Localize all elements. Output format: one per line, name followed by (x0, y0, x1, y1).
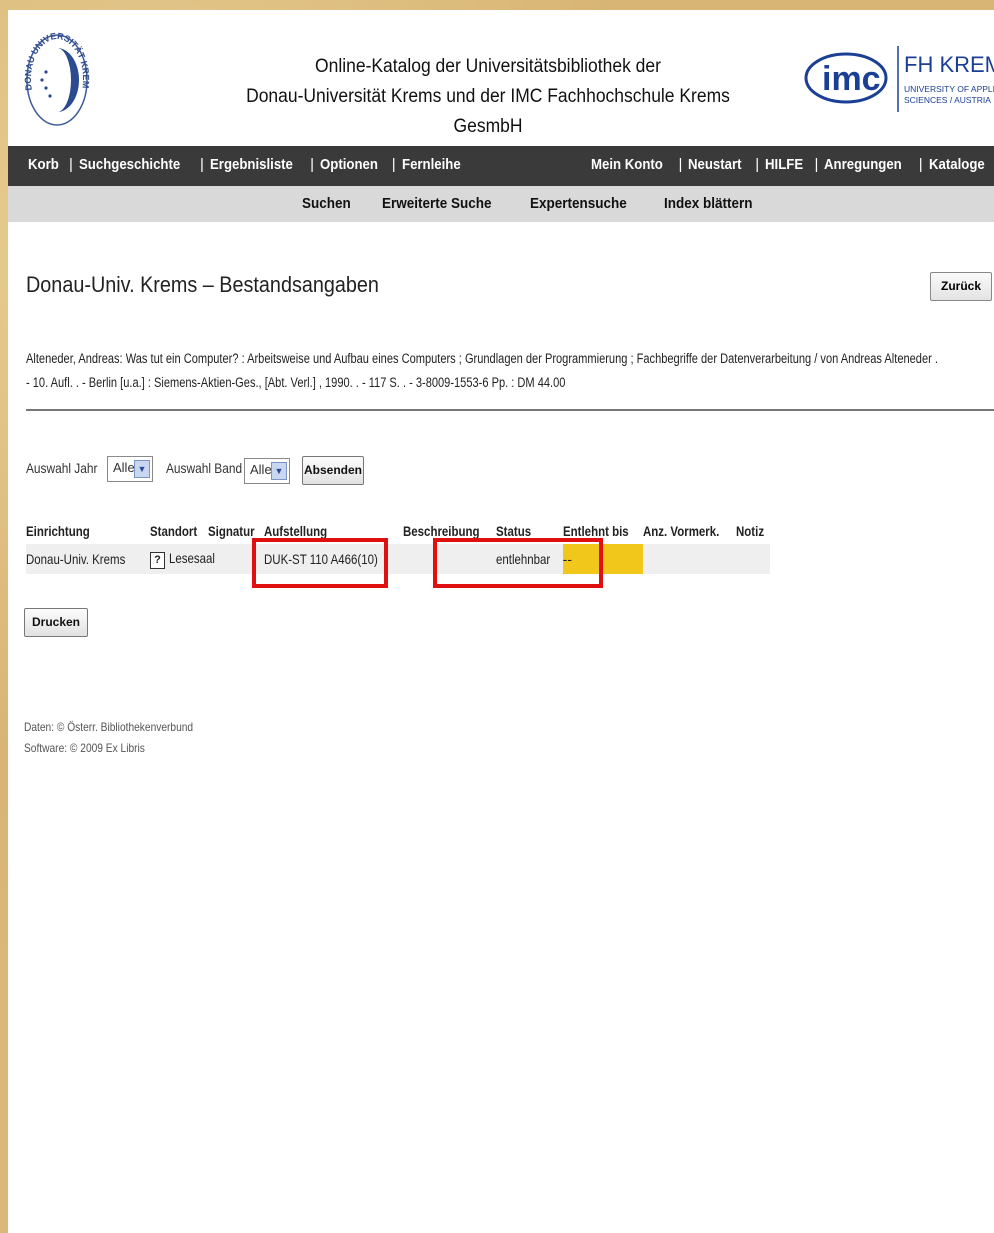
nav-optionen[interactable]: Optionen (320, 156, 378, 173)
col-einrichtung: Einrichtung (26, 523, 90, 539)
col-entlehnt-bis: Entlehnt bis (562, 523, 629, 539)
submit-button[interactable]: Absenden (302, 456, 364, 485)
tab-index-blaettern[interactable]: Index blättern (664, 195, 753, 212)
tab-suchen[interactable]: Suchen (302, 195, 351, 212)
col-beschreibung: Beschreibung (403, 523, 480, 539)
biblio-line-2: - 10. Aufl. . - Berlin [u.a.] : Siemens-… (26, 375, 566, 390)
year-select-value: Alle (113, 460, 135, 475)
nav-neustart[interactable]: Neustart (688, 156, 742, 173)
col-notiz: Notiz (735, 523, 764, 539)
imc-fh-krems-logo: imc FH KREMS UNIVERSITY OF APPLIED SCIEN… (804, 46, 994, 112)
holdings-table: Einrichtung Standort Signatur Aufstellun… (26, 518, 771, 574)
fh-krems-name: FH KREMS (904, 52, 994, 77)
volume-filter-label: Auswahl Band (166, 460, 243, 476)
cell-standort: Lesesaal (168, 549, 215, 566)
bibliographic-record: Alteneder, Andreas: Was tut ein Computer… (26, 347, 994, 395)
volume-select-value: Alle (250, 462, 272, 477)
page-title: Donau-Univ. Krems – Bestandsangaben (26, 272, 379, 297)
top-nav-left: Korb | Suchgeschichte | Ergebnisliste | Option… (28, 156, 461, 173)
top-navigation: Korb | Suchgeschichte | Ergebnisliste | Option… (8, 146, 994, 186)
catalog-title: Online-Katalog der Universitätsbibliothe… (212, 52, 764, 142)
catalog-page: DONAU UNIVERSITÄT KREMS Online-Katalog d… (8, 10, 994, 1233)
chevron-down-icon: ▼ (271, 462, 287, 480)
year-filter-label: Auswahl Jahr (26, 460, 98, 476)
volume-select[interactable]: Alle ▼ (244, 458, 290, 484)
nav-mein-konto[interactable]: Mein Konto (591, 156, 663, 173)
svg-text:DONAU UNIVERSITÄT KREMS: DONAU UNIVERSITÄT KREMS (24, 30, 90, 91)
year-select[interactable]: Alle ▼ (107, 456, 153, 482)
nav-korb[interactable]: Korb (28, 156, 59, 173)
col-signatur: Signatur (207, 523, 255, 539)
search-navigation: Suchen Erweiterte Suche Expertensuche In… (8, 186, 994, 222)
fh-krems-sub1: UNIVERSITY OF APPLIED (904, 84, 994, 94)
nav-kataloge[interactable]: Kataloge (929, 156, 985, 173)
highlight-box-status (433, 538, 603, 588)
print-button[interactable]: Drucken (24, 608, 88, 637)
table-row: Donau-Univ. Krems ? Lesesaal DUK-ST 110 … (26, 544, 771, 574)
nav-suchgeschichte[interactable]: Suchgeschichte (79, 156, 180, 173)
nav-ergebnisliste[interactable]: Ergebnisliste (210, 156, 293, 173)
title-line-2: Donau-Universität Krems und der IMC Fach… (246, 86, 730, 137)
seal-text: DONAU UNIVERSITÄT KREMS (24, 30, 90, 91)
biblio-line-1: Alteneder, Andreas: Was tut ein Computer… (26, 351, 938, 366)
footer-software-credit: Software: © 2009 Ex Libris (24, 741, 145, 755)
nav-anregungen[interactable]: Anregungen (824, 156, 902, 173)
title-line-1: Online-Katalog der Universitätsbibliothe… (315, 56, 661, 77)
page-footer: Daten: © Österr. Bibliothekenverbund Sof… (24, 717, 223, 759)
back-button[interactable]: Zurück (930, 272, 992, 301)
footer-data-credit: Daten: © Österr. Bibliothekenverbund (24, 720, 194, 734)
tab-expertensuche[interactable]: Expertensuche (530, 195, 627, 212)
divider (26, 409, 994, 411)
nav-fernleihe[interactable]: Fernleihe (402, 156, 461, 173)
top-nav-right: Mein Konto | Neustart | HILFE | Anregungen | Kat… (590, 156, 985, 173)
col-anz-vormerk: Anz. Vormerk. (642, 523, 720, 539)
col-standort: Standort (150, 523, 198, 539)
donau-universitaet-seal-logo: DONAU UNIVERSITÄT KREMS (24, 30, 90, 126)
chevron-down-icon: ▼ (134, 460, 150, 478)
fh-krems-sub2: SCIENCES / AUSTRIA (904, 95, 991, 105)
table-header-row: Einrichtung Standort Signatur Aufstellun… (26, 518, 770, 544)
highlight-box-aufstellung (252, 538, 388, 588)
page-header: DONAU UNIVERSITÄT KREMS Online-Katalog d… (8, 10, 994, 145)
nav-hilfe[interactable]: HILFE (765, 156, 803, 173)
cell-einrichtung: Donau-Univ. Krems (26, 551, 126, 567)
help-icon[interactable]: ? (150, 551, 165, 569)
col-status: Status (496, 523, 532, 539)
tab-erweiterte-suche[interactable]: Erweiterte Suche (382, 195, 492, 212)
col-aufstellung: Aufstellung (264, 523, 328, 539)
imc-logo-text: imc (822, 60, 881, 98)
